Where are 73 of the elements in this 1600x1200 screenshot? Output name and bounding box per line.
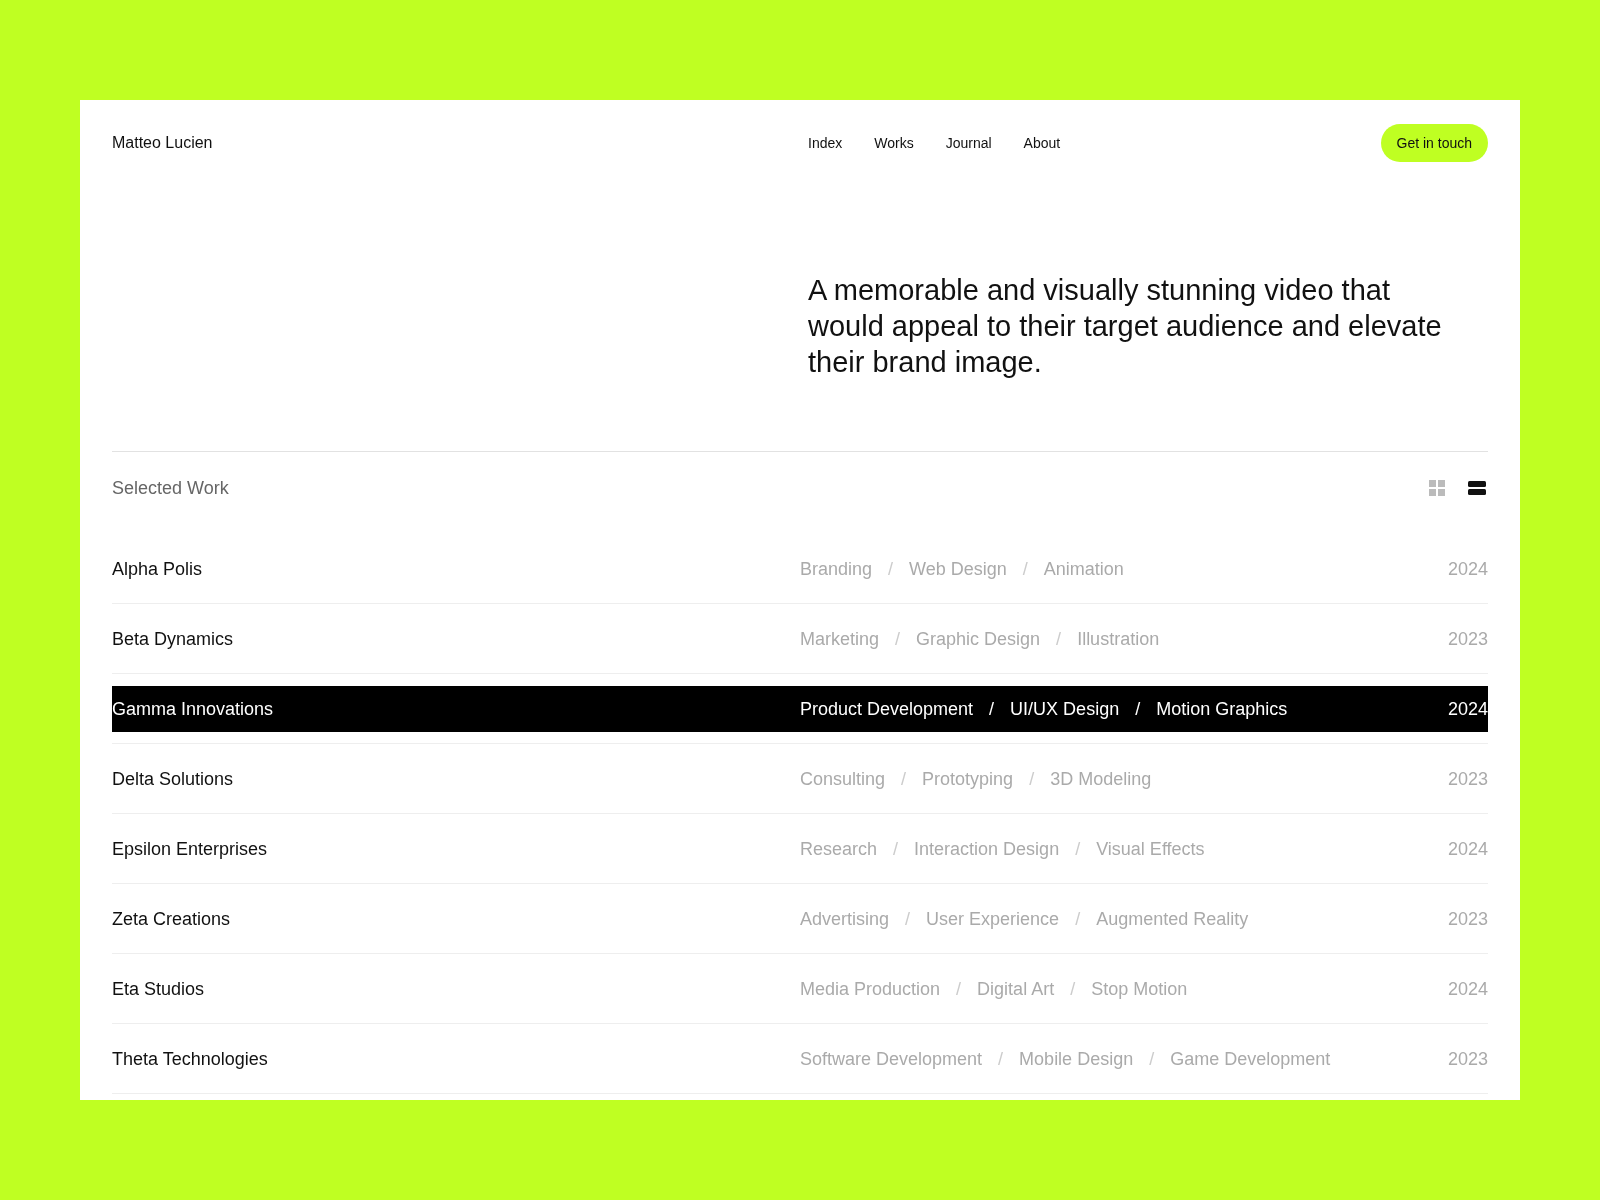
project-year: 2024 xyxy=(1447,558,1488,580)
tag-separator: / xyxy=(1022,558,1028,580)
tag-separator: / xyxy=(1056,628,1062,650)
work-row[interactable]: Delta Solutions Consulting / Prototyping / 3D Modeling 2023 xyxy=(112,756,1488,802)
project-tag: User Experience xyxy=(926,908,1060,930)
project-tag: Media Production xyxy=(800,978,941,1000)
tag-separator: / xyxy=(998,1048,1004,1070)
project-tag: 3D Modeling xyxy=(1050,768,1152,790)
work-row[interactable]: Eta Studios Media Production / Digital Art / Stop Motion 2024 xyxy=(112,966,1488,1012)
project-tag: Advertising xyxy=(800,908,890,930)
nav-link[interactable]: About xyxy=(1023,135,1061,151)
tag-separator: / xyxy=(901,768,907,790)
work-row[interactable]: Alpha Polis Branding / Web Design / Animation 2024 xyxy=(112,546,1488,592)
project-name: Delta Solutions xyxy=(112,768,235,790)
project-year: 2023 xyxy=(1447,628,1488,650)
project-tag: Interaction Design xyxy=(914,838,1060,860)
project-tag: Motion Graphics xyxy=(1156,698,1288,720)
nav-link[interactable]: Index xyxy=(808,135,843,151)
hero-headline: A memorable and visually stunning video that would appeal to their target audience and elevate their brand image. xyxy=(808,273,1443,380)
project-name: Epsilon Enterprises xyxy=(112,838,269,860)
contact-button[interactable]: Get in touch xyxy=(1380,124,1488,162)
project-tag: Software Development xyxy=(800,1048,983,1070)
project-name: Alpha Polis xyxy=(112,558,204,580)
tag-separator: / xyxy=(1135,698,1141,720)
tag-separator: / xyxy=(1029,768,1035,790)
project-name: Gamma Innovations xyxy=(112,698,275,720)
project-name: Beta Dynamics xyxy=(112,628,235,650)
tag-separator: / xyxy=(895,628,901,650)
project-name: Zeta Creations xyxy=(112,908,232,930)
project-year: 2024 xyxy=(1447,978,1488,1000)
tag-separator: / xyxy=(888,558,894,580)
project-tag: Research xyxy=(800,838,878,860)
tag-separator: / xyxy=(1149,1048,1155,1070)
project-tag: Digital Art xyxy=(977,978,1055,1000)
project-year: 2023 xyxy=(1447,1048,1488,1070)
tag-separator: / xyxy=(1075,908,1081,930)
nav-link[interactable]: Works xyxy=(874,135,914,151)
work-row[interactable]: Gamma Innovations Product Development / UI/UX Design / Motion Graphics 2024 xyxy=(112,686,1488,732)
project-tag: Graphic Design xyxy=(916,628,1041,650)
section-title: Selected Work xyxy=(112,477,229,499)
project-year: 2023 xyxy=(1447,768,1488,790)
project-tag: Product Development xyxy=(800,698,974,720)
tag-separator: / xyxy=(893,838,899,860)
work-row[interactable]: Zeta Creations Advertising / User Experience / Augmented Reality 2023 xyxy=(112,896,1488,942)
project-tag: Marketing xyxy=(800,628,880,650)
project-year: 2024 xyxy=(1447,698,1488,720)
tag-separator: / xyxy=(905,908,911,930)
tag-separator: / xyxy=(989,698,995,720)
nav-link[interactable]: Journal xyxy=(945,135,992,151)
brand-name[interactable]: Matteo Lucien xyxy=(112,134,800,152)
work-row[interactable]: Theta Technologies Software Development / Mobile Design / Game Development 2023 xyxy=(112,1036,1488,1082)
project-tag: UI/UX Design xyxy=(1010,698,1120,720)
project-year: 2024 xyxy=(1447,838,1488,860)
project-tag: Illustration xyxy=(1077,628,1160,650)
project-tag: Prototyping xyxy=(922,768,1014,790)
project-tag: Game Development xyxy=(1170,1048,1331,1070)
project-name: Theta Technologies xyxy=(112,1048,269,1070)
project-name: Eta Studios xyxy=(112,978,206,1000)
project-tag: Augmented Reality xyxy=(1096,908,1249,930)
project-tag: Stop Motion xyxy=(1091,978,1188,1000)
tag-separator: / xyxy=(956,978,962,1000)
list-view-icon[interactable] xyxy=(1468,480,1486,496)
tag-separator: / xyxy=(1075,838,1081,860)
project-tag: Visual Effects xyxy=(1096,838,1205,860)
project-year: 2023 xyxy=(1447,908,1488,930)
tag-separator: / xyxy=(1070,978,1076,1000)
project-tag: Animation xyxy=(1043,558,1124,580)
project-tag: Branding xyxy=(800,558,873,580)
project-tag: Web Design xyxy=(909,558,1007,580)
work-row[interactable]: Beta Dynamics Marketing / Graphic Design / Illustration 2023 xyxy=(112,616,1488,662)
project-tag: Mobile Design xyxy=(1019,1048,1134,1070)
work-row[interactable]: Epsilon Enterprises Research / Interaction Design / Visual Effects 2024 xyxy=(112,826,1488,872)
project-tag: Consulting xyxy=(800,768,886,790)
